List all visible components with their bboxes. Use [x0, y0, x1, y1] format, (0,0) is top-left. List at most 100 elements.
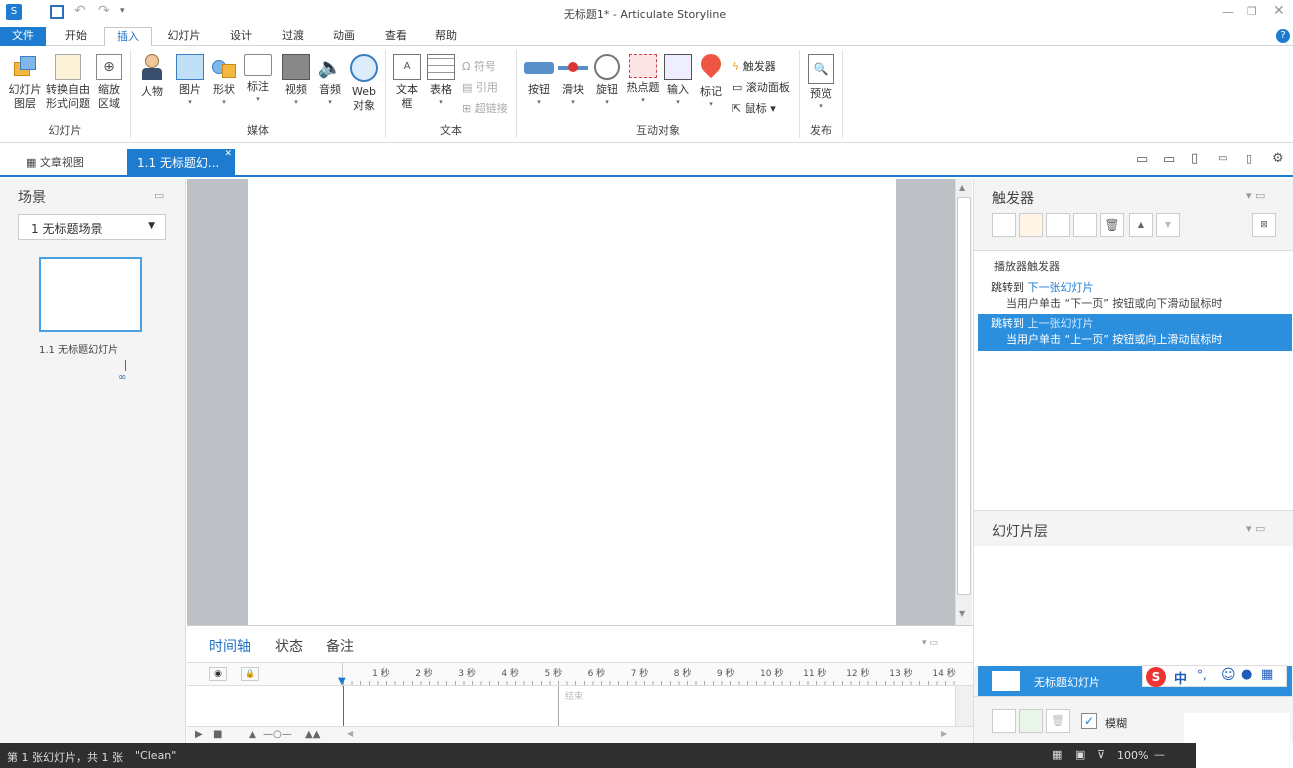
delete-layer-icon[interactable]: 🗑 — [1046, 709, 1070, 733]
tab-view[interactable]: 查看 — [372, 27, 420, 46]
web-object-button[interactable]: Web对象 — [348, 54, 380, 113]
desktop-view-icon[interactable]: ▭ — [1136, 152, 1148, 167]
panel-float-icon[interactable]: ▭ — [154, 189, 164, 202]
zoom-out-button[interactable]: — — [1154, 748, 1165, 761]
variables-icon[interactable]: ⊠ — [1252, 213, 1276, 237]
scroll-up-icon[interactable]: ▲ — [959, 183, 965, 192]
panel-float-icon[interactable]: ▾ ▭ — [1246, 189, 1265, 202]
emoji-icon[interactable]: ☺ — [1221, 667, 1236, 683]
timeline-vscroll[interactable] — [955, 686, 973, 726]
marker-button[interactable]: 标记 ▾ — [696, 49, 726, 109]
player-triggers-header[interactable]: 播放器触发器 — [994, 258, 1060, 274]
customize-qat-icon[interactable]: ▾ — [120, 6, 125, 16]
trigger-button[interactable]: ϟ 触发器 — [732, 58, 776, 74]
tab-animations[interactable]: 动画 — [320, 27, 368, 46]
panel-collapse-icon[interactable]: ▾ ▭ — [922, 638, 938, 648]
symbol-button[interactable]: Ω 符号 — [462, 58, 496, 74]
playhead-icon[interactable]: ▼ — [338, 676, 346, 687]
copy-trigger-icon[interactable] — [1046, 213, 1070, 237]
tab-design[interactable]: 设计 — [216, 27, 266, 46]
save-icon[interactable] — [50, 5, 64, 19]
tab-timeline[interactable]: 时间轴 — [209, 636, 251, 656]
ime-menu-icon[interactable]: ▦ — [1261, 667, 1273, 682]
scroll-thumb[interactable] — [957, 197, 971, 595]
textbox-button[interactable]: A 文本框 — [392, 54, 422, 111]
undo-icon[interactable]: ↶ — [74, 3, 86, 19]
scene-dropdown[interactable]: 1 无标题场景 ▼ — [18, 214, 166, 240]
zoom-region-button[interactable]: ⊕ 缩放区域 — [94, 54, 124, 111]
tab-file[interactable]: 文件 — [0, 27, 46, 46]
button-button[interactable]: 按钮 ▾ — [522, 54, 556, 107]
eye-icon[interactable]: ◉ — [209, 667, 227, 681]
move-up-icon[interactable]: ▲ — [1129, 213, 1153, 237]
slide-thumbnail[interactable] — [39, 257, 142, 332]
preview-button[interactable]: 🔍 预览 ▾ — [805, 54, 837, 111]
tab-story-view[interactable]: ▦ 文章视图 — [26, 154, 84, 170]
convert-freeform-button[interactable]: 转换自由形式问题 — [44, 54, 92, 111]
close-icon[interactable]: ✕ — [1273, 3, 1285, 19]
ime-punct-toggle[interactable]: °, — [1197, 668, 1207, 682]
trigger-target-link[interactable]: 下一张幻灯片 — [1028, 281, 1094, 294]
zoom-slider[interactable]: —○— — [263, 729, 292, 740]
play-icon[interactable]: ▶ — [195, 729, 203, 740]
lock-icon[interactable]: 🔒 — [241, 667, 259, 681]
tab-slides[interactable]: 幻灯片 — [158, 27, 210, 46]
caption-button[interactable]: 标注 ▾ — [242, 54, 274, 104]
new-layer-icon[interactable] — [992, 709, 1016, 733]
audio-button[interactable]: 🔈 音频 ▾ — [314, 54, 346, 107]
tab-notes[interactable]: 备注 — [326, 636, 354, 656]
hotspot-button[interactable]: 热点题 ▾ — [624, 54, 662, 105]
slide-stage[interactable] — [248, 179, 896, 625]
trigger-item[interactable]: 跳转到 下一张幻灯片 当用户单击 “下一页” 按钮或向下滑动鼠标时 — [991, 280, 1222, 312]
help-icon[interactable]: ? — [1276, 29, 1290, 43]
tab-home[interactable]: 开始 — [52, 27, 100, 46]
trash-icon[interactable]: 🗑 — [1100, 213, 1124, 237]
trigger-item-selected[interactable]: 跳转到 上一张幻灯片 当用户单击 “上一页” 按钮或向上滑动鼠标时 — [978, 314, 1292, 351]
grid-view-icon[interactable]: ▦ — [1052, 748, 1062, 761]
canvas-vertical-scrollbar[interactable]: ▲ ▼ — [955, 179, 972, 625]
stop-icon[interactable]: ■ — [213, 729, 222, 740]
gear-icon[interactable]: ⚙ — [1272, 151, 1284, 166]
zoom-in-icon[interactable]: ▲▲ — [305, 729, 320, 740]
phone-landscape-icon[interactable]: ▭ — [1218, 153, 1227, 164]
duplicate-layer-icon[interactable] — [1019, 709, 1043, 733]
table-button[interactable]: 表格 ▾ — [426, 54, 456, 107]
tab-states[interactable]: 状态 — [275, 636, 303, 656]
tab-insert[interactable]: 插入 — [104, 27, 152, 47]
hyperlink-button[interactable]: ⊞ 超链接 — [462, 100, 508, 116]
tab-transitions[interactable]: 过渡 — [268, 27, 318, 46]
slider-button[interactable]: 滑块 ▾ — [556, 54, 590, 107]
blur-checkbox[interactable]: ✓ — [1081, 713, 1097, 729]
input-button[interactable]: 输入 ▾ — [662, 54, 694, 107]
zoom-out-icon[interactable]: ▲ — [249, 730, 256, 740]
restore-icon[interactable]: ❐ — [1247, 5, 1257, 18]
scroll-down-icon[interactable]: ▼ — [959, 609, 965, 618]
fit-view-icon[interactable]: ⊽ — [1097, 748, 1105, 761]
trigger-target-link[interactable]: 上一张幻灯片 — [1028, 317, 1094, 330]
reference-button[interactable]: ▤ 引用 — [462, 79, 498, 95]
ime-user-icon[interactable]: ● — [1241, 667, 1252, 682]
scroll-left-icon[interactable]: ◀ — [347, 729, 353, 738]
scrolling-panel-button[interactable]: ▭ 滚动面板 — [732, 79, 790, 95]
phone-portrait-icon[interactable]: ▯ — [1246, 152, 1252, 165]
new-trigger-icon[interactable] — [992, 213, 1016, 237]
minimize-icon[interactable]: — — [1222, 5, 1234, 19]
mouse-button[interactable]: ⇱ 鼠标 ▾ — [732, 100, 776, 116]
video-button[interactable]: 视频 ▾ — [280, 54, 312, 107]
panel-float-icon[interactable]: ▾ ▭ — [1246, 522, 1265, 535]
dial-button[interactable]: 旋钮 ▾ — [590, 54, 624, 107]
tab-slide-1-1[interactable]: 1.1 无标题幻... ✕ — [127, 149, 235, 177]
ime-logo-icon[interactable]: S — [1146, 667, 1166, 687]
end-marker-line[interactable] — [558, 686, 559, 726]
edit-trigger-icon[interactable] — [1019, 213, 1043, 237]
shape-button[interactable]: 形状 ▾ — [208, 54, 240, 107]
paste-trigger-icon[interactable] — [1073, 213, 1097, 237]
ime-lang-toggle[interactable]: 中 — [1174, 668, 1187, 687]
close-tab-icon[interactable]: ✕ — [224, 140, 232, 168]
normal-view-icon[interactable]: ▣ — [1075, 748, 1085, 761]
scroll-right-icon[interactable]: ▶ — [941, 729, 947, 738]
move-down-icon[interactable]: ▼ — [1156, 213, 1180, 237]
redo-icon[interactable]: ↷ — [98, 3, 110, 19]
slide-layer-button[interactable]: 幻灯片图层 — [6, 54, 44, 111]
tab-help[interactable]: 帮助 — [422, 27, 470, 46]
